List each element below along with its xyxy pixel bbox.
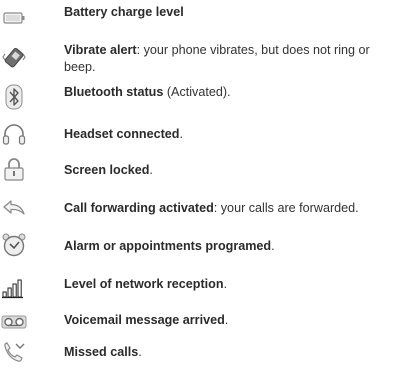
legend-text: Battery charge level xyxy=(64,4,394,21)
legend-detail: . xyxy=(271,239,275,253)
legend-title: Call forwarding activated xyxy=(64,201,214,215)
legend-title: Level of network reception xyxy=(64,277,224,291)
legend-text: Alarm or appointments programed. xyxy=(64,238,394,255)
alarm-clock-icon xyxy=(1,232,27,258)
legend-detail: . xyxy=(179,127,183,141)
legend-detail: (Activated). xyxy=(163,85,231,99)
lock-icon xyxy=(1,156,27,182)
legend-text: Level of network reception. xyxy=(64,276,394,293)
signal-bars-icon xyxy=(1,274,27,300)
legend-detail: . xyxy=(149,163,153,177)
legend-title: Vibrate alert xyxy=(64,43,137,57)
legend-title: Missed calls xyxy=(64,345,139,359)
legend-text: Screen locked. xyxy=(64,162,394,179)
legend-text: Voicemail message arrived. xyxy=(64,312,394,329)
icon-legend-page: { "rows": [ {"icon": "battery-icon", "ti… xyxy=(0,0,396,374)
legend-text: Missed calls. xyxy=(64,344,394,361)
legend-detail: . xyxy=(224,313,229,327)
vibrate-icon xyxy=(1,44,27,70)
battery-icon xyxy=(1,4,27,30)
voicemail-icon xyxy=(1,309,27,335)
legend-detail: : your calls are forwarded. xyxy=(213,201,359,215)
bluetooth-icon xyxy=(1,84,27,110)
legend-detail: . xyxy=(138,345,142,359)
legend-title: Bluetooth status xyxy=(64,85,164,99)
legend-title: Voicemail message arrived xyxy=(64,313,225,327)
legend-detail: . xyxy=(223,277,228,291)
legend-title: Alarm or appointments programed xyxy=(64,239,272,253)
call-forward-icon xyxy=(1,195,27,221)
headset-icon xyxy=(1,121,27,147)
legend-title: Screen locked xyxy=(64,163,150,177)
legend-text: Call forwarding activated: your calls ar… xyxy=(64,200,394,217)
legend-text: Bluetooth status (Activated). xyxy=(64,84,394,101)
missed-call-icon xyxy=(1,340,27,366)
legend-text: Headset connected. xyxy=(64,126,394,143)
legend-title: Headset connected xyxy=(64,127,180,141)
legend-title: Battery charge level xyxy=(64,5,184,19)
legend-text: Vibrate alert: your phone vibrates, but … xyxy=(64,42,394,76)
